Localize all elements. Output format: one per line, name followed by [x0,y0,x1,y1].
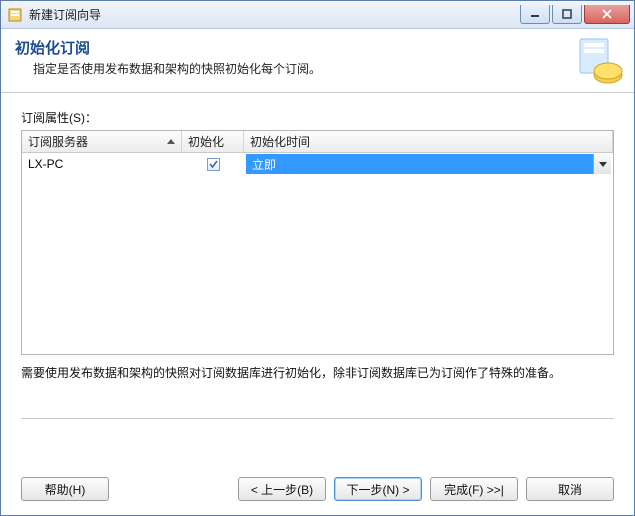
init-note: 需要使用发布数据和架构的快照对订阅数据库进行初始化，除非订阅数据库已为订阅作了特… [21,365,614,382]
init-time-value: 立即 [246,156,593,173]
cancel-button[interactable]: 取消 [526,477,614,501]
next-button[interactable]: 下一步(N) > [334,477,422,501]
maximize-button[interactable] [552,5,582,24]
grid-header: 订阅服务器 初始化 初始化时间 [22,131,613,153]
sort-asc-icon [167,139,175,144]
finish-button[interactable]: 完成(F) >>| [430,477,518,501]
properties-label: 订阅属性(S)： [21,109,614,126]
cell-init-time: 立即 [244,153,613,175]
table-row: LX-PC 立即 [22,153,613,175]
wizard-footer: 帮助(H) < 上一步(B) 下一步(N) > 完成(F) >>| 取消 [1,463,634,515]
wizard-window: 新建订阅向导 初始化订阅 指定是否使用发布数据和架构的快照初始化每个订阅。 订阅… [0,0,635,516]
wizard-icon [574,35,626,87]
page-title: 初始化订阅 [15,37,620,58]
column-init-time[interactable]: 初始化时间 [244,131,613,152]
page-subtitle: 指定是否使用发布数据和架构的快照初始化每个订阅。 [15,60,620,77]
column-server[interactable]: 订阅服务器 [22,131,182,152]
close-button[interactable] [584,5,630,24]
chevron-down-icon [599,162,607,167]
subscription-grid: 订阅服务器 初始化 初始化时间 LX-PC [21,130,614,355]
cell-init [182,153,244,175]
wizard-header: 初始化订阅 指定是否使用发布数据和架构的快照初始化每个订阅。 [1,29,634,93]
column-init-label: 初始化 [188,133,224,150]
combo-dropdown-button[interactable] [593,154,611,174]
wizard-body: 订阅属性(S)： 订阅服务器 初始化 初始化时间 LX-PC [1,93,634,425]
column-server-label: 订阅服务器 [28,133,88,150]
back-button[interactable]: < 上一步(B) [238,477,326,501]
init-checkbox[interactable] [207,158,220,171]
column-init-time-label: 初始化时间 [250,133,310,150]
minimize-button[interactable] [520,5,550,24]
window-controls [520,5,630,24]
titlebar: 新建订阅向导 [1,1,634,29]
column-init[interactable]: 初始化 [182,131,244,152]
app-icon [7,7,23,23]
help-button[interactable]: 帮助(H) [21,477,109,501]
window-title: 新建订阅向导 [29,6,520,23]
cell-server: LX-PC [22,153,182,175]
init-time-combo[interactable]: 立即 [246,154,611,174]
footer-separator [21,418,614,419]
